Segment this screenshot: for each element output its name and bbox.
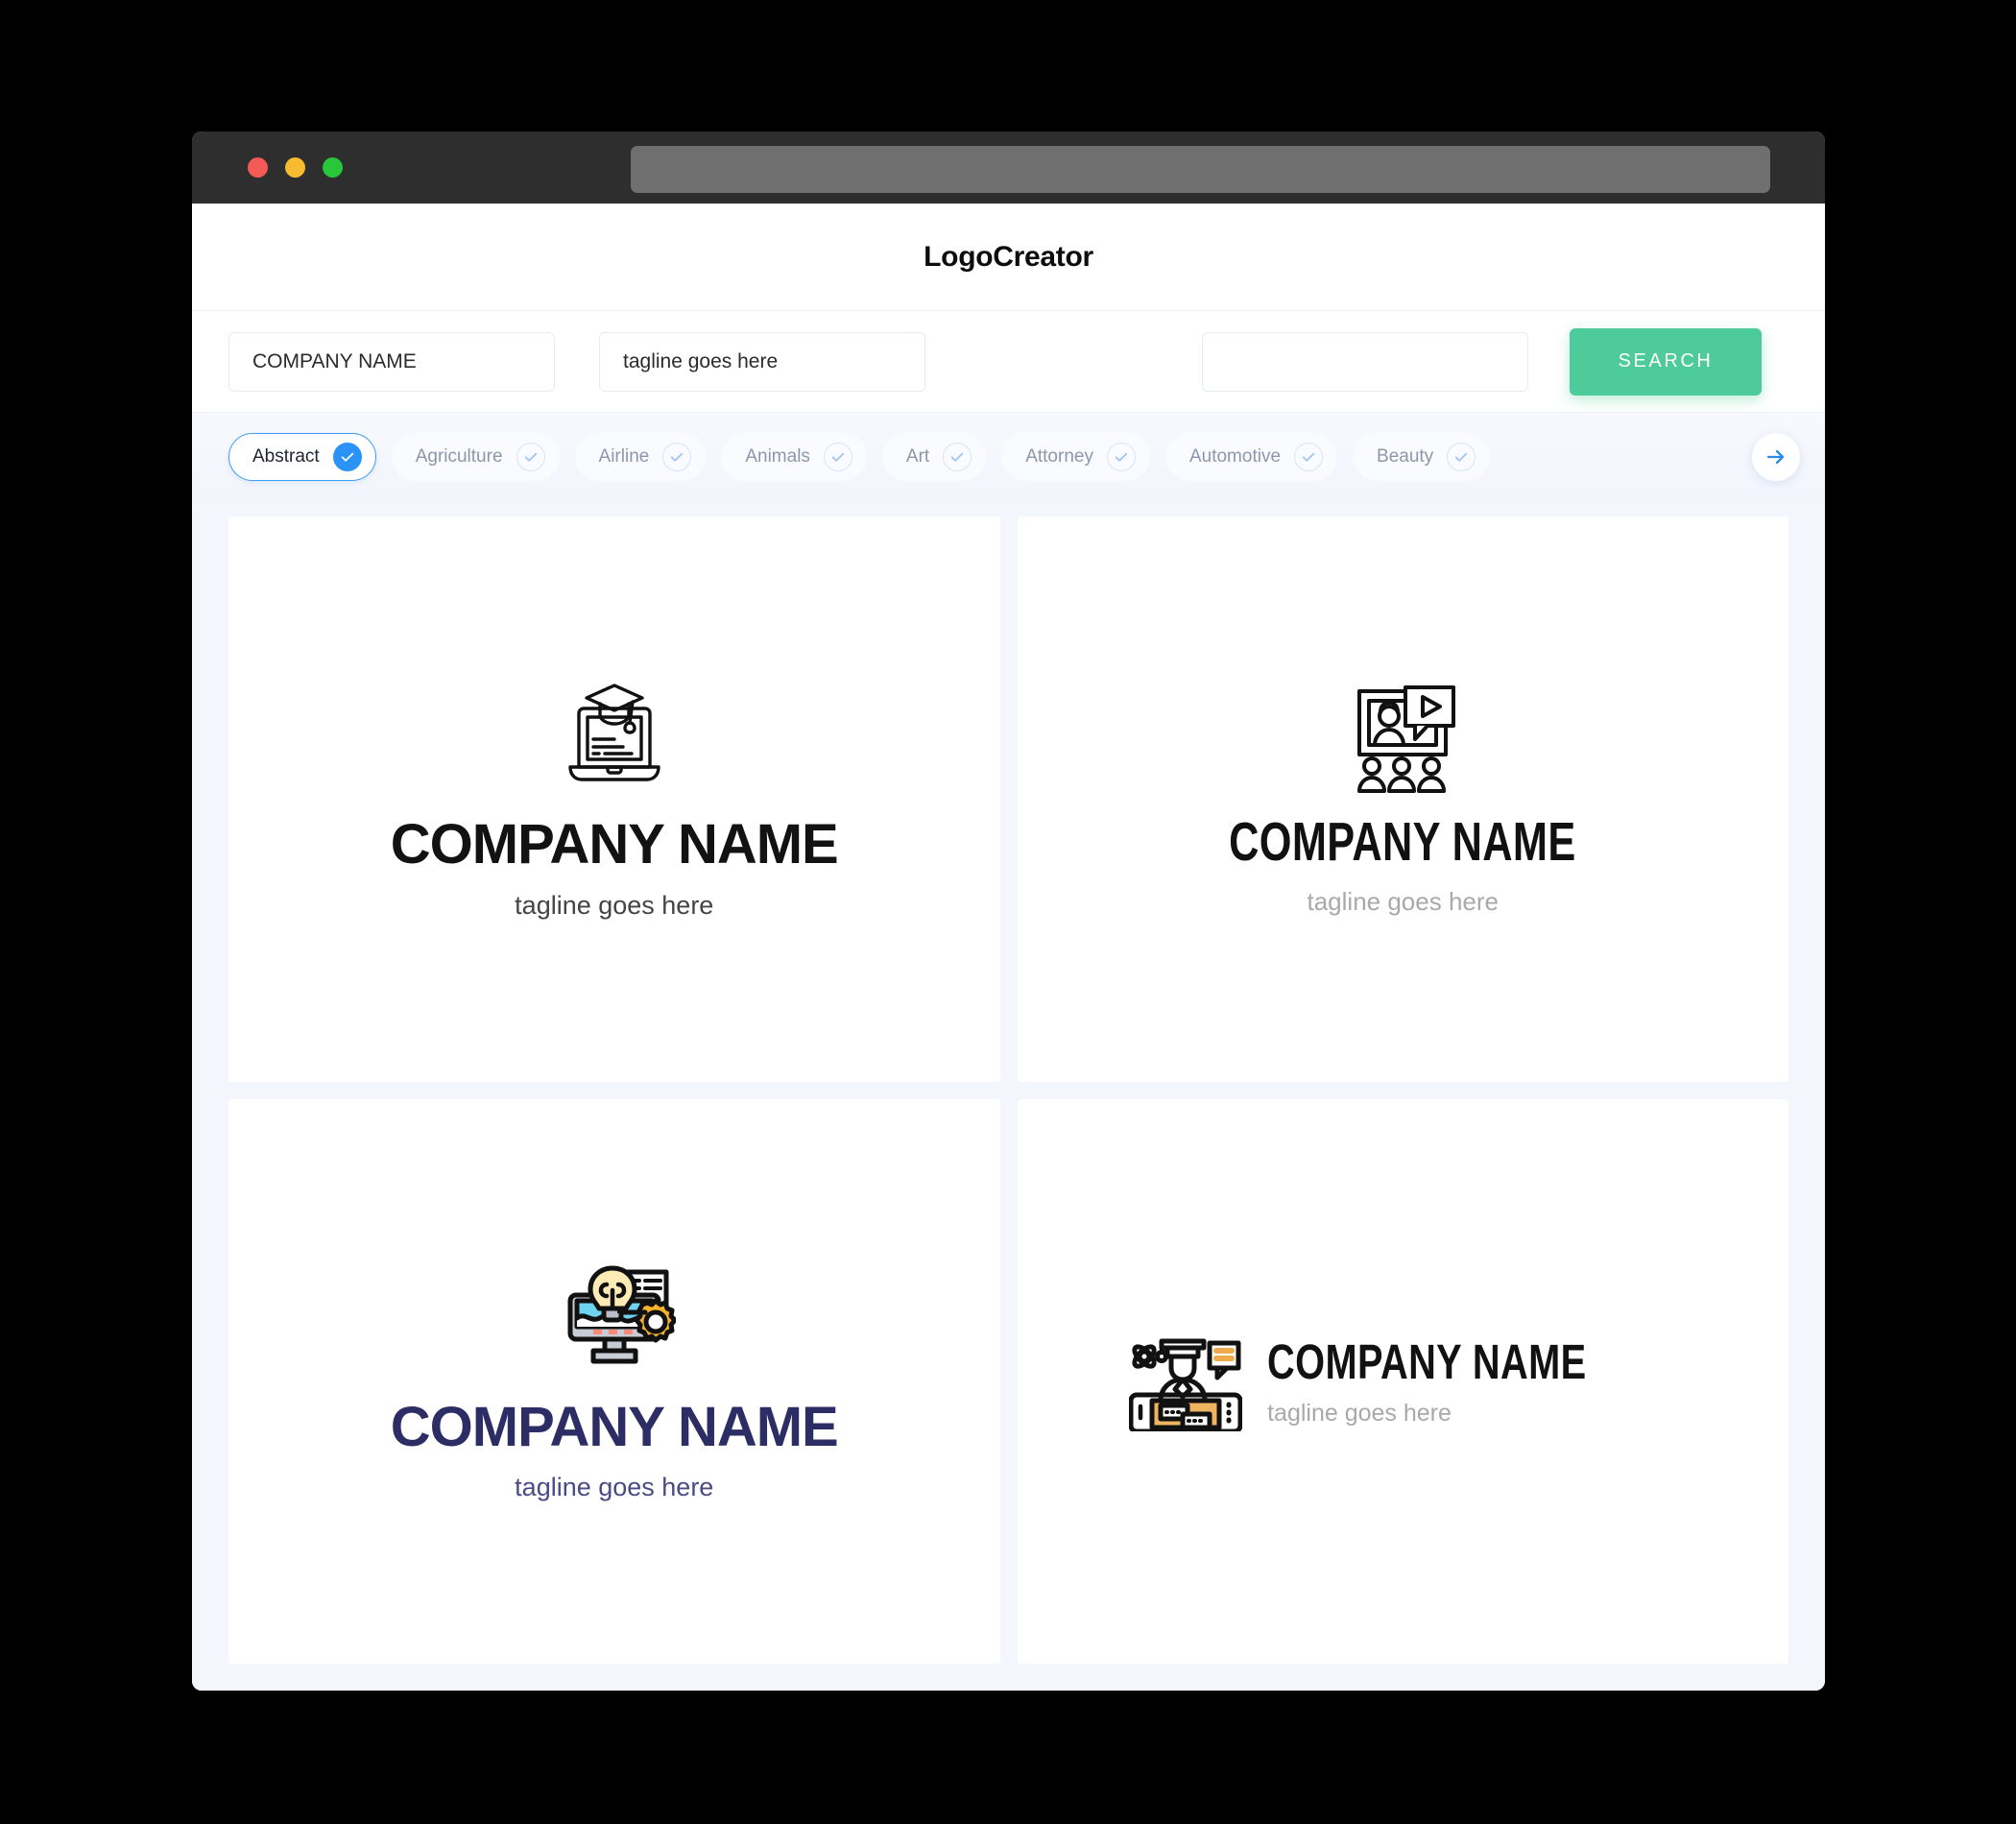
check-icon <box>1294 443 1324 471</box>
browser-url-bar[interactable] <box>631 146 1770 193</box>
next-categories-button[interactable] <box>1752 433 1800 481</box>
search-toolbar: SEARCH <box>192 311 1825 413</box>
check-icon <box>662 443 692 471</box>
logo-tagline: tagline goes here <box>1267 1400 1452 1427</box>
category-chip-attorney[interactable]: Attorney <box>1001 433 1150 481</box>
app-header: LogoCreator <box>192 204 1825 311</box>
check-icon <box>1447 443 1476 471</box>
category-label: Animals <box>745 446 810 467</box>
browser-titlebar <box>192 132 1825 204</box>
graduate-tablet-chat-icon <box>1128 1328 1243 1436</box>
logo-card[interactable]: COMPANY NAME tagline goes here <box>228 516 1000 1082</box>
company-name-input[interactable] <box>228 331 555 392</box>
check-icon <box>1106 443 1136 471</box>
minimize-window-button[interactable] <box>285 157 305 178</box>
category-label: Beauty <box>1377 446 1434 467</box>
category-chip-animals[interactable]: Animals <box>721 433 867 481</box>
maximize-window-button[interactable] <box>323 157 343 178</box>
logo-results-grid: COMPANY NAME tagline goes here COMPANY N… <box>192 501 1825 1691</box>
logo-company-name: COMPANY NAME <box>1267 1334 1587 1389</box>
category-chip-abstract[interactable]: Abstract <box>228 433 376 481</box>
category-label: Abstract <box>252 446 320 467</box>
logo-tagline: tagline goes here <box>1307 886 1499 916</box>
window-controls <box>248 157 343 178</box>
search-button[interactable]: SEARCH <box>1570 327 1762 396</box>
keyword-input[interactable] <box>1202 331 1528 392</box>
logo-card[interactable]: COMPANY NAME tagline goes here <box>228 1099 1000 1664</box>
logo-card[interactable]: COMPANY NAME tagline goes here <box>1017 516 1788 1082</box>
logo-company-name: COMPANY NAME <box>390 1396 839 1458</box>
video-presentation-audience-icon <box>1346 684 1459 800</box>
check-icon <box>943 443 972 471</box>
logo-tagline: tagline goes here <box>515 1473 714 1501</box>
arrow-right-icon <box>1764 445 1788 468</box>
check-icon <box>516 443 545 471</box>
check-icon <box>332 443 362 471</box>
browser-window: LogoCreator SEARCH Abstract Agriculture … <box>192 132 1825 1691</box>
category-chip-airline[interactable]: Airline <box>574 433 707 481</box>
page-title: LogoCreator <box>924 240 1093 273</box>
monitor-lightbulb-gear-icon <box>553 1262 678 1380</box>
logo-card[interactable]: COMPANY NAME tagline goes here <box>1017 1099 1788 1664</box>
category-chip-automotive[interactable]: Automotive <box>1164 433 1338 481</box>
category-chip-art[interactable]: Art <box>881 433 987 481</box>
check-icon <box>823 443 852 471</box>
tagline-input[interactable] <box>599 331 925 392</box>
category-label: Automotive <box>1188 446 1282 467</box>
category-chip-beauty[interactable]: Beauty <box>1353 433 1491 481</box>
laptop-graduation-cap-icon <box>555 680 674 800</box>
category-label: Airline <box>598 446 650 467</box>
logo-company-name: COMPANY NAME <box>390 813 839 876</box>
category-label: Art <box>905 446 930 467</box>
category-chip-agriculture[interactable]: Agriculture <box>391 433 560 481</box>
category-label: Attorney <box>1025 446 1093 467</box>
logo-tagline: tagline goes here <box>515 891 714 920</box>
category-filter-bar: Abstract Agriculture Airline Animals Art <box>192 413 1825 501</box>
close-window-button[interactable] <box>248 157 268 178</box>
category-label: Agriculture <box>415 446 503 467</box>
logo-company-name: COMPANY NAME <box>1229 810 1577 873</box>
